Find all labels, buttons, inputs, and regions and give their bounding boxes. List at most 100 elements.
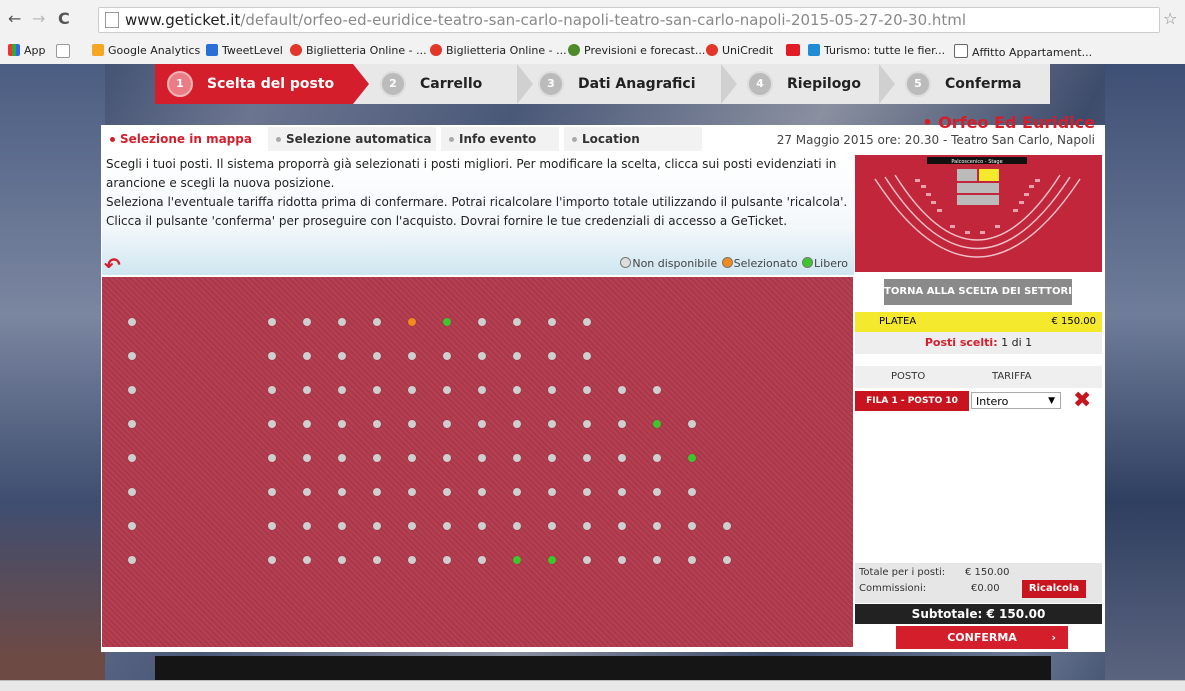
bookmarks-bar: App Google Analytics TweetLevel Bigliett… xyxy=(0,40,1185,65)
step-conferma[interactable]: 5 Conferma xyxy=(905,64,1021,104)
seat-unavailable xyxy=(478,386,486,394)
blank-page-icon[interactable] xyxy=(56,44,74,59)
seat-unavailable xyxy=(303,488,311,496)
seat-unavailable xyxy=(653,556,661,564)
bookmark-affitto[interactable]: Affitto Appartament... xyxy=(954,44,1092,59)
seat-unavailable xyxy=(128,488,136,496)
tab-label: Selezione automatica xyxy=(286,132,432,146)
seat-unavailable xyxy=(408,556,416,564)
reload-icon[interactable]: C xyxy=(58,9,70,28)
seat-free[interactable] xyxy=(688,454,696,462)
seat-unavailable xyxy=(128,420,136,428)
seat-unavailable xyxy=(128,386,136,394)
bookmark-label: App xyxy=(24,44,46,57)
seat-unavailable xyxy=(338,522,346,530)
seats-chosen-value: 1 di 1 xyxy=(1001,336,1033,349)
seat-unavailable xyxy=(723,522,731,530)
seat-unavailable xyxy=(128,318,136,326)
tab-info-evento[interactable]: Info evento xyxy=(441,127,559,151)
subtotal: Subtotale: € 150.00 xyxy=(855,604,1102,624)
tab-location[interactable]: Location xyxy=(564,127,702,151)
seat-unavailable xyxy=(128,352,136,360)
seat-unavailable xyxy=(583,386,591,394)
bookmark-tweetlevel[interactable]: TweetLevel xyxy=(206,44,283,57)
undo-arrow-icon[interactable]: ↶ xyxy=(104,253,121,277)
step-dati-anagrafici[interactable]: 3 Dati Anagrafici xyxy=(538,64,696,104)
step-scelta-del-posto[interactable]: 1 Scelta del posto xyxy=(155,64,353,104)
tweetlevel-icon xyxy=(206,44,218,56)
back-arrow-icon[interactable]: ← xyxy=(8,9,21,28)
seat-unavailable xyxy=(478,522,486,530)
seat-unavailable xyxy=(443,386,451,394)
seat-unavailable xyxy=(373,454,381,462)
seat-unavailable xyxy=(653,386,661,394)
bookmark-label: Biglietteria Online - ... xyxy=(446,44,567,57)
step-carrello[interactable]: 2 Carrello xyxy=(380,64,482,104)
horizontal-scrollbar[interactable] xyxy=(0,680,1185,691)
theater-map-thumbnail[interactable]: Palcoscenico - Stage xyxy=(855,155,1102,272)
ricalcola-button[interactable]: Ricalcola xyxy=(1022,580,1086,598)
unicredit-icon xyxy=(706,44,718,56)
seat-unavailable xyxy=(513,420,521,428)
bookmark-biglietteria-1[interactable]: Biglietteria Online - ... xyxy=(290,44,427,57)
seat-free[interactable] xyxy=(548,556,556,564)
seat-unavailable xyxy=(443,454,451,462)
background-left xyxy=(0,64,105,690)
seat-unavailable xyxy=(548,352,556,360)
bookmark-unicredit[interactable]: UniCredit xyxy=(706,44,773,57)
seat-unavailable xyxy=(513,318,521,326)
seat-free[interactable] xyxy=(443,318,451,326)
seat-unavailable xyxy=(548,420,556,428)
confirm-label: CONFERMA xyxy=(947,631,1017,644)
tab-selezione-automatica[interactable]: Selezione automatica xyxy=(268,127,436,151)
seat-unavailable xyxy=(373,522,381,530)
bookmark-google-analytics[interactable]: Google Analytics xyxy=(92,44,200,57)
bookmark-label: Turismo: tutte le fier... xyxy=(824,44,946,57)
bookmark-turismo[interactable]: Turismo: tutte le fier... xyxy=(808,44,945,57)
sector-row: PLATEA € 150.00 xyxy=(855,312,1102,332)
legend-label: Selezionato xyxy=(733,257,798,270)
step-riepilogo[interactable]: 4 Riepilogo xyxy=(747,64,861,104)
seat-unavailable xyxy=(268,556,276,564)
totals-box: Totale per i posti: € 150.00 Commissioni… xyxy=(855,563,1102,603)
bookmark-s[interactable] xyxy=(786,44,804,57)
forward-arrow-icon[interactable]: → xyxy=(32,9,45,28)
seat-legend: Non disponibile Selezionato Libero xyxy=(619,257,848,270)
seat-unavailable xyxy=(653,522,661,530)
theater-plan-drawing: Palcoscenico - Stage xyxy=(874,157,1081,258)
seat-unavailable xyxy=(618,488,626,496)
seat-unavailable xyxy=(443,352,451,360)
background-right xyxy=(1105,64,1185,690)
confirm-button[interactable]: CONFERMA › xyxy=(896,626,1068,649)
seat-unavailable xyxy=(128,522,136,530)
back-to-sectors-button[interactable]: TORNA ALLA SCELTA DEI SETTORI xyxy=(884,279,1072,305)
sector-price: € 150.00 xyxy=(1051,316,1096,327)
bookmark-apps[interactable]: App xyxy=(8,44,46,57)
seat-unavailable xyxy=(688,420,696,428)
seat-unavailable xyxy=(478,352,486,360)
seat-selected[interactable] xyxy=(408,318,416,326)
tab-selezione-in-mappa[interactable]: Selezione in mappa xyxy=(102,127,262,151)
tariffa-select[interactable]: Intero ▼ xyxy=(971,392,1061,409)
seats-chosen-label: Posti scelti: xyxy=(924,336,998,349)
commissioni-value: €0.00 xyxy=(971,583,1000,594)
checkout-steps: 1 Scelta del posto 2 Carrello 3 Dati Anagra… xyxy=(155,64,1050,104)
bookmark-star-icon[interactable]: ☆ xyxy=(1163,9,1177,28)
seat-free[interactable] xyxy=(653,420,661,428)
previsioni-icon xyxy=(568,44,580,56)
seat-free[interactable] xyxy=(513,556,521,564)
address-bar[interactable]: www.geticket.it/default/orfeo-ed-euridic… xyxy=(98,7,1160,33)
step-label: Scelta del posto xyxy=(207,76,335,92)
bookmark-previsioni[interactable]: Previsioni e forecast... xyxy=(568,44,705,57)
bookmark-biglietteria-2[interactable]: Biglietteria Online - ... xyxy=(430,44,567,57)
seat-unavailable xyxy=(618,522,626,530)
step-label: Dati Anagrafici xyxy=(578,76,696,92)
remove-seat-icon[interactable]: ✖ xyxy=(1073,388,1091,413)
seat-unavailable xyxy=(478,318,486,326)
step-chevron xyxy=(879,64,895,104)
page-icon xyxy=(105,12,119,28)
seat-unavailable xyxy=(443,556,451,564)
tariffa-value: Intero xyxy=(976,395,1009,408)
tab-bullet xyxy=(572,137,577,142)
seat-unavailable xyxy=(688,488,696,496)
